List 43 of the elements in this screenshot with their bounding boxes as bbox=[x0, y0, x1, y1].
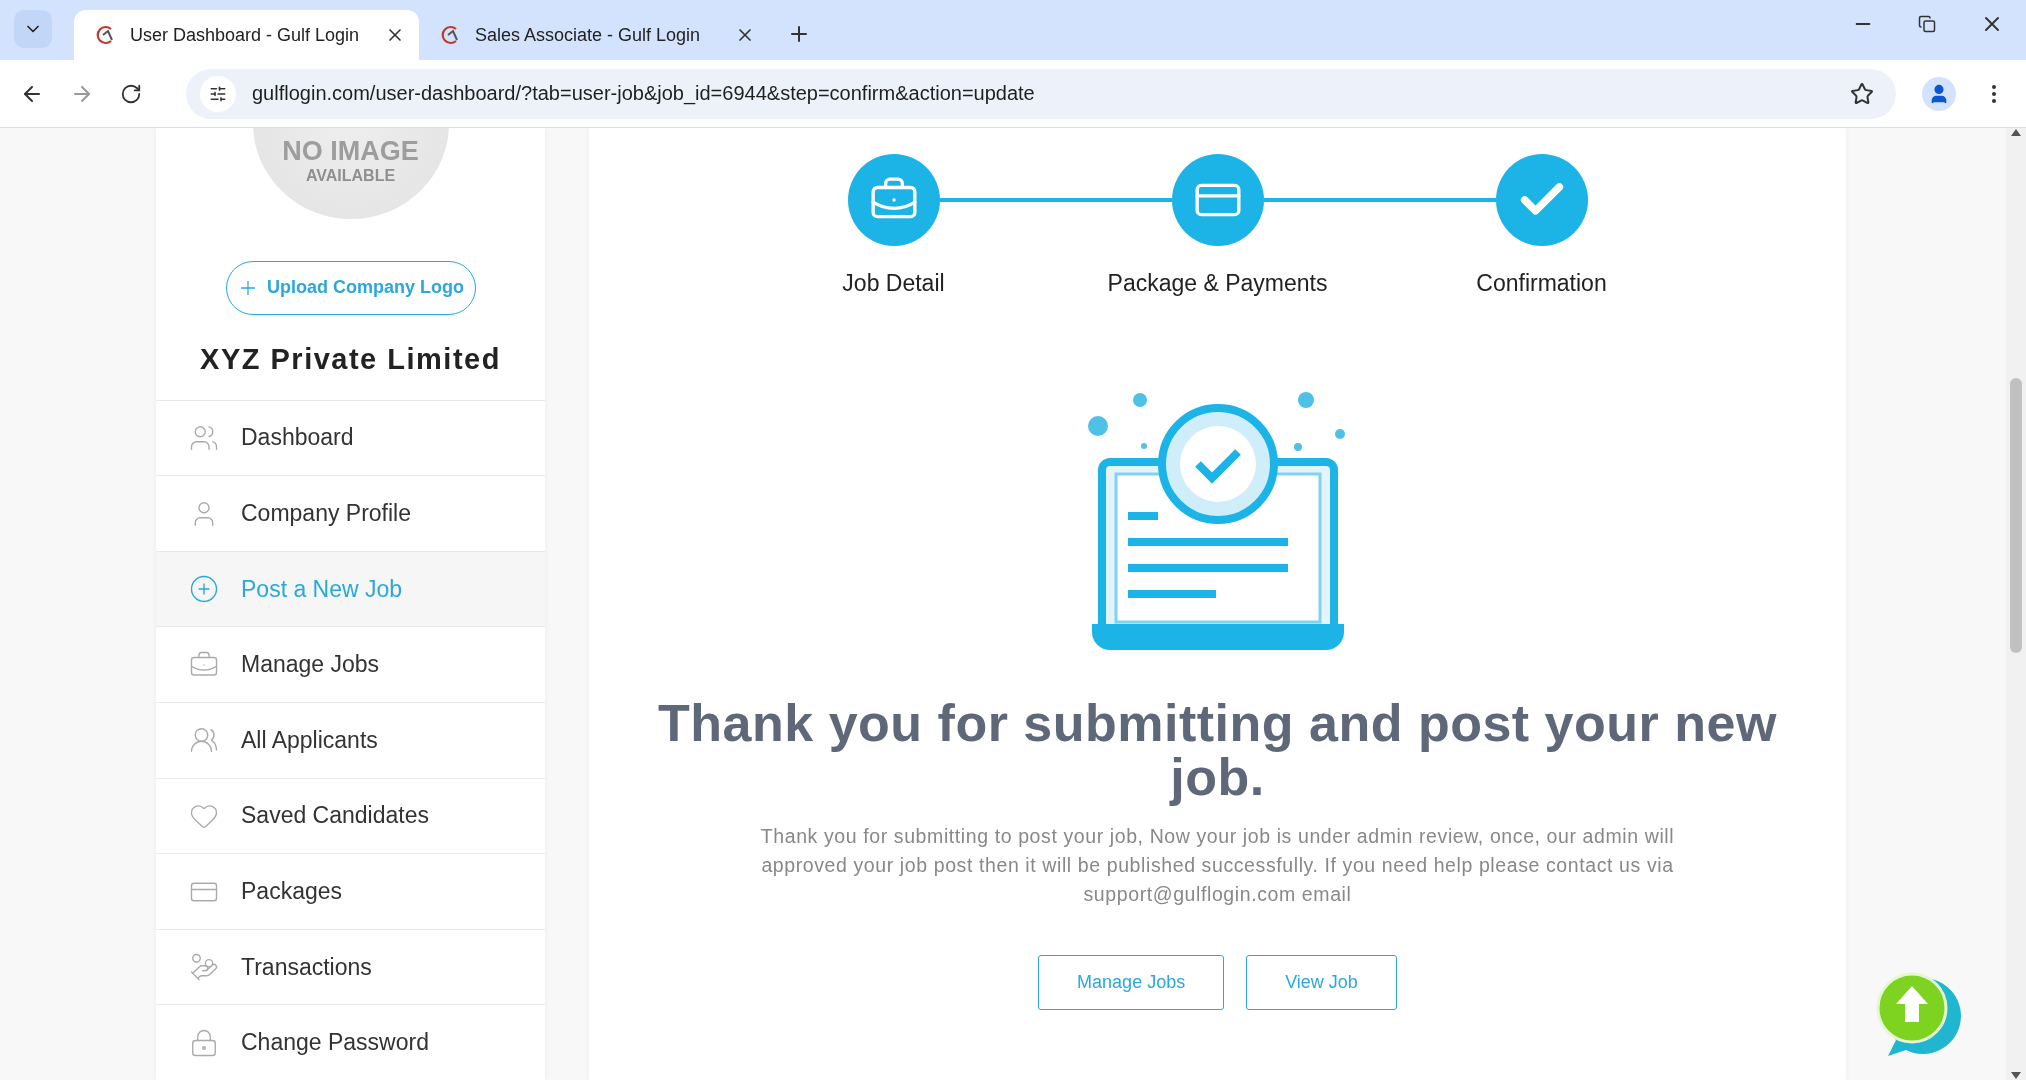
sidebar-item[interactable]: Manage Jobs bbox=[156, 626, 545, 703]
sidebar-item-label: Packages bbox=[241, 878, 342, 905]
hand-coins-icon bbox=[189, 952, 219, 983]
step-label: Job Detail bbox=[842, 270, 945, 297]
sidebar-item-label: Transactions bbox=[241, 953, 372, 981]
address-bar[interactable]: gulflogin.com/user-dashboard/?tab=user-job&job_id=6944&step=confirm&action=update bbox=[186, 68, 1896, 119]
scrollbar-thumb[interactable] bbox=[2010, 378, 2022, 653]
sidebar-item-label: Post a New Job bbox=[241, 575, 403, 603]
scroll-down-icon[interactable] bbox=[2011, 1072, 2021, 1080]
site-logo-icon bbox=[439, 24, 461, 46]
tab-title: User Dashboard - Gulf Login bbox=[130, 24, 361, 46]
browser-tab[interactable]: User Dashboard - Gulf Login bbox=[74, 10, 419, 60]
sidebar-item[interactable]: Transactions bbox=[156, 928, 545, 1005]
step-label: Confirmation bbox=[1476, 270, 1607, 297]
sidebar-item-label: Dashboard bbox=[241, 424, 354, 452]
sidebar-item[interactable]: Company Profile bbox=[156, 475, 545, 551]
company-name: XYZ Private Limited bbox=[199, 342, 502, 376]
reload-icon[interactable] bbox=[120, 82, 142, 105]
site-logo-icon bbox=[94, 24, 116, 46]
no-image-text: NO IMAGE bbox=[282, 136, 419, 168]
lock-icon bbox=[189, 1027, 219, 1058]
sidebar-item-label: Change Password bbox=[241, 1029, 429, 1057]
sidebar-item[interactable]: Change Password bbox=[156, 1004, 545, 1080]
step-label: Package & Payments bbox=[1107, 270, 1328, 297]
thank-you-heading: Thank you for submitting and post your new job. bbox=[657, 696, 1778, 804]
bookmark-star-icon[interactable] bbox=[1850, 81, 1874, 106]
sidebar-item-label: Saved Candidates bbox=[241, 802, 429, 830]
sidebar-item-label: Company Profile bbox=[241, 500, 412, 528]
url-text: gulflogin.com/user-dashboard/?tab=user-job&job_id=6944&step=confirm&action=update bbox=[252, 82, 1036, 105]
sidebar-item-label: Manage Jobs bbox=[241, 651, 380, 679]
sidebar-item[interactable]: Packages bbox=[156, 853, 545, 929]
sidebar-item[interactable]: Saved Candidates bbox=[156, 777, 545, 854]
browser-tab[interactable]: Sales Associate - Gulf Login bbox=[419, 10, 769, 60]
sidebar-item-label: All Applicants bbox=[241, 726, 378, 754]
tab-title: Sales Associate - Gulf Login bbox=[475, 24, 702, 46]
profile-avatar-icon[interactable] bbox=[1922, 76, 1956, 111]
scrollbar[interactable] bbox=[2006, 128, 2026, 1080]
sidebar-item[interactable]: Dashboard bbox=[156, 399, 545, 476]
sidebar-item[interactable]: All Applicants bbox=[156, 702, 545, 778]
site-settings-icon[interactable] bbox=[200, 75, 236, 112]
plus-circle-icon bbox=[189, 574, 219, 605]
confirmation-message: Thank you for submitting to post your job, Now your job is under admin review, once, our admin will approved your job post then it will be published successfully. If you need help please contact us via support@gulflogin.com email bbox=[759, 824, 1676, 907]
available-text: AVAILABLE bbox=[305, 167, 396, 186]
